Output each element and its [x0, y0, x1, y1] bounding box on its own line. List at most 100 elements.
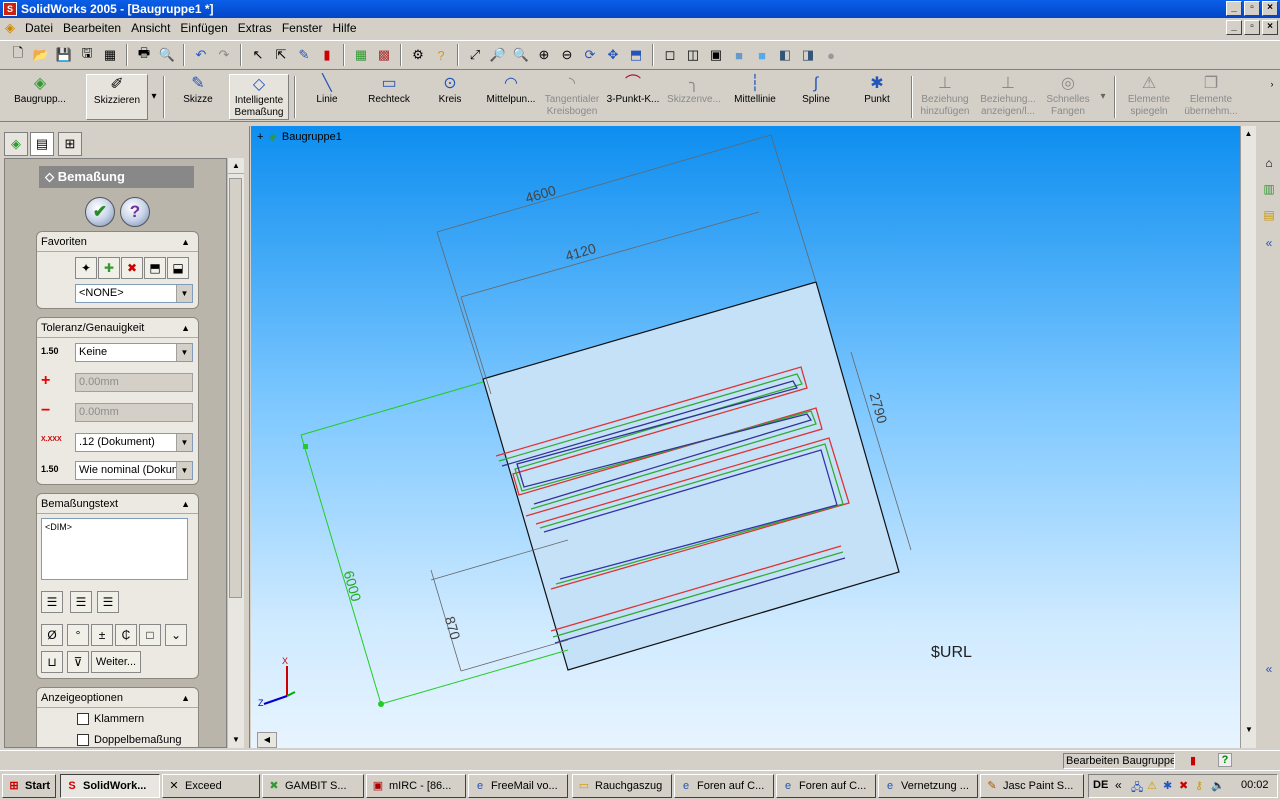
ok-button[interactable]: ✔ [85, 197, 115, 227]
bluetooth-icon[interactable]: ✱ [1163, 779, 1172, 792]
title-bar[interactable]: S SolidWorks 2005 - [Baugruppe1 *] _ ▫ × [0, 0, 1280, 18]
maximize-button[interactable]: ▫ [1244, 1, 1260, 16]
collapse-left-icon[interactable]: « [1260, 234, 1278, 252]
anzeigeoptionen-header[interactable]: Anzeigeoptionen ▲ [37, 688, 198, 708]
doc-close-button[interactable]: × [1262, 20, 1278, 35]
scroll-up-arrow[interactable]: ▲ [1241, 126, 1256, 142]
save-favorite-icon[interactable]: ⬒ [144, 257, 166, 279]
start-button[interactable]: ⊞ Start [2, 774, 56, 798]
taskbar-item[interactable]: ✕ Exceed [162, 774, 260, 798]
home-icon[interactable]: ⌂ [1260, 154, 1278, 172]
collapse-icon[interactable]: ▲ [181, 232, 190, 252]
apply-favorite-icon[interactable]: ✦ [75, 257, 97, 279]
menu-einfuegen[interactable]: Einfügen [175, 21, 232, 35]
section-view-icon[interactable]: ◨ [798, 45, 818, 65]
align-right-icon[interactable]: ☰ [97, 591, 119, 613]
taskbar-item[interactable]: ▣ mIRC - [86... [366, 774, 466, 798]
menu-extras[interactable]: Extras [233, 21, 277, 35]
spline-button[interactable]: ∫ Spline [795, 74, 837, 120]
minimize-button[interactable]: _ [1226, 1, 1242, 16]
save-icon[interactable]: 💾 [54, 45, 74, 65]
rotate-icon[interactable]: ⟳ [580, 45, 600, 65]
make-drawing-icon[interactable]: ▦ [100, 45, 120, 65]
plusminus-symbol-icon[interactable]: ± [91, 624, 113, 646]
kreis-button[interactable]: ⊙ Kreis [430, 74, 470, 120]
square-symbol-icon[interactable]: □ [139, 624, 161, 646]
depth-symbol-icon[interactable]: ⊽ [67, 651, 89, 673]
pan-icon[interactable]: ✥ [603, 45, 623, 65]
schnelles-fangen-button[interactable]: ◎ Schnelles Fangen [1040, 74, 1096, 120]
expand-icon[interactable]: « [1260, 660, 1278, 678]
language-indicator[interactable]: DE [1093, 779, 1108, 791]
select-other-icon[interactable]: ⇱ [271, 45, 291, 65]
configurationmanager-tab[interactable]: ⊞ [58, 132, 82, 156]
diameter-symbol-icon[interactable]: Ø [41, 624, 63, 646]
open-icon[interactable]: 📂 [31, 45, 51, 65]
rebuild-status-icon[interactable]: ▮ [1190, 754, 1196, 767]
more-symbols-icon[interactable]: ⌄ [165, 624, 187, 646]
shaded-icon[interactable]: ■ [752, 45, 772, 65]
mittellinie-button[interactable]: ┆ Mittellinie [728, 74, 782, 120]
menu-fenster[interactable]: Fenster [277, 21, 328, 35]
elemente-uebernehmen-button[interactable]: ❐ Elemente übernehm... [1180, 74, 1242, 120]
tolerance-type-select[interactable]: Keine ▼ [75, 343, 193, 362]
klammern-checkbox[interactable]: Klammern [77, 713, 144, 725]
punkt-button[interactable]: ✱ Punkt [857, 74, 897, 120]
design-library-icon[interactable]: ▥ [1260, 180, 1278, 198]
favoriten-header[interactable]: Favoriten ▲ [37, 232, 198, 252]
taskbar-item[interactable]: S SolidWork... [60, 774, 160, 798]
warning-icon[interactable]: ⚠ [1147, 779, 1157, 792]
favoriten-select[interactable]: <NONE> ▼ [75, 284, 193, 303]
zoom-previous-icon[interactable]: ⊖ [557, 45, 577, 65]
grid-icon[interactable]: ▦ [351, 45, 371, 65]
tolerance-precision-select[interactable]: Wie nominal (Dokum ▼ [75, 461, 193, 480]
taskbar-item[interactable]: ▭ Rauchgaszug [572, 774, 672, 798]
print-icon[interactable]: 🖶 [134, 45, 154, 65]
lower-limit-field[interactable]: 0.00mm [75, 403, 193, 422]
bemassungstext-header[interactable]: Bemaßungstext ▲ [37, 494, 198, 514]
sketch-icon[interactable]: ✎ [294, 45, 314, 65]
add-favorite-icon[interactable]: ✚ [98, 257, 120, 279]
menu-ansicht[interactable]: Ansicht [126, 21, 175, 35]
taskbar-item[interactable]: e Foren auf C... [674, 774, 774, 798]
toleranz-header[interactable]: Toleranz/Genauigkeit ▲ [37, 318, 198, 338]
hidden-lines-icon[interactable]: ◫ [683, 45, 703, 65]
realview-icon[interactable]: ● [821, 45, 841, 65]
propertymanager-scrollbar[interactable]: ▲ ▼ [227, 158, 244, 748]
scroll-up-arrow[interactable]: ▲ [228, 158, 244, 174]
skizzieren-button[interactable]: ✐ Skizzieren [86, 74, 148, 120]
upper-limit-field[interactable]: 0.00mm [75, 373, 193, 392]
chevron-down-icon[interactable]: ▼ [176, 344, 192, 361]
preview-icon[interactable]: 🔍 [157, 45, 177, 65]
speaker-icon[interactable]: 🔈 [1211, 779, 1225, 792]
hscroll-left-arrow[interactable]: ◀ [257, 732, 277, 748]
dimension-text-area[interactable]: <DIM> [41, 518, 188, 580]
delete-favorite-icon[interactable]: ✖ [121, 257, 143, 279]
clock[interactable]: 00:02 [1241, 779, 1269, 791]
undo-icon[interactable]: ↶ [191, 45, 211, 65]
help-button[interactable]: ? [120, 197, 150, 227]
rechteck-button[interactable]: ▭ Rechteck [365, 74, 413, 120]
propertymanager-tab[interactable]: ▤ [30, 132, 54, 156]
document-icon[interactable]: ◈ [0, 18, 20, 38]
scroll-thumb[interactable] [229, 178, 242, 598]
rebuild-icon[interactable]: ▮ [317, 45, 337, 65]
zoom-inout-icon[interactable]: 🔍 [511, 45, 531, 65]
hidden-removed-icon[interactable]: ▣ [706, 45, 726, 65]
degree-symbol-icon[interactable]: ° [67, 624, 89, 646]
shaded-edges-icon[interactable]: ■ [729, 45, 749, 65]
menu-hilfe[interactable]: Hilfe [328, 21, 362, 35]
tray-expand-icon[interactable]: « [1115, 778, 1122, 792]
doc-minimize-button[interactable]: _ [1226, 20, 1242, 35]
menu-bearbeiten[interactable]: Bearbeiten [58, 21, 126, 35]
graphics-area[interactable]: + ◈ Baugruppe1 4600 4120 2790 6000 870 $… [251, 126, 1240, 748]
antivirus-icon[interactable]: ✖ [1179, 779, 1188, 792]
taskbar-item[interactable]: ✖ GAMBIT S... [262, 774, 364, 798]
precision-select[interactable]: .12 (Dokument) ▼ [75, 433, 193, 452]
zoom-selection-icon[interactable]: ⊕ [534, 45, 554, 65]
baugruppe-button[interactable]: ◈ Baugrupp... [10, 74, 70, 120]
view-orientation-icon[interactable]: ⬒ [626, 45, 646, 65]
shadows-icon[interactable]: ◧ [775, 45, 795, 65]
taskbar-item[interactable]: e FreeMail vo... [468, 774, 568, 798]
tangentialer-kreisbogen-button[interactable]: ◝ Tangentialer Kreisbogen [542, 74, 602, 120]
